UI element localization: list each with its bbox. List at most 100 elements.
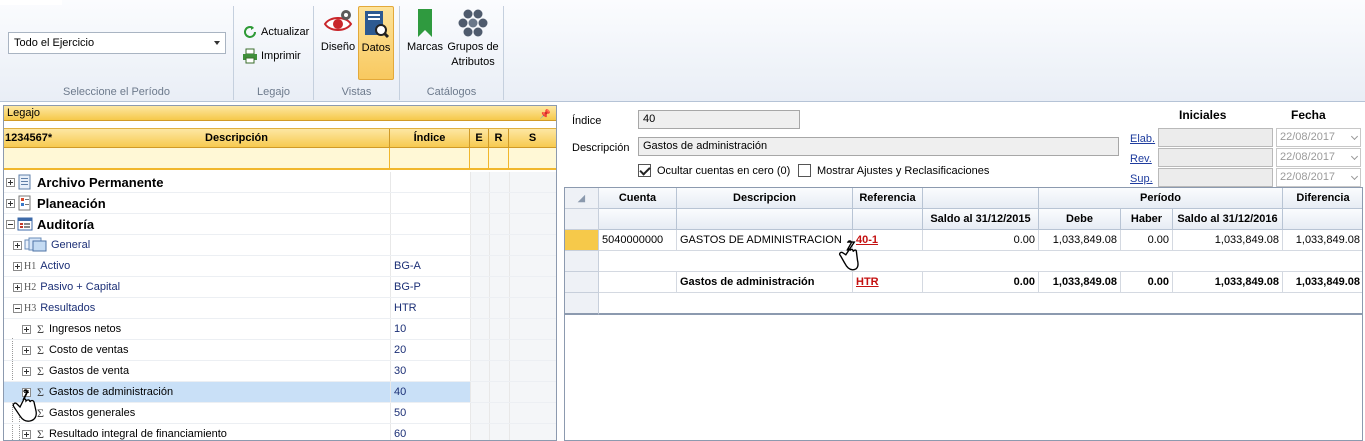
tree-index: 60 (390, 424, 470, 440)
empty-row[interactable] (599, 293, 1362, 315)
cell-diferencia[interactable]: 1,033,849.08 (1283, 230, 1362, 251)
filter-s[interactable] (509, 148, 556, 168)
legajo-panel-header: Legajo 📌 (4, 106, 556, 121)
col-e[interactable]: E (470, 129, 489, 147)
grupos-label-2: Atributos (451, 56, 495, 68)
ocultar-cuentas-checkbox[interactable] (638, 164, 651, 177)
sup-link[interactable]: Sup. (1130, 173, 1153, 185)
referencia-link[interactable]: 40-1 (856, 234, 878, 246)
tree-label: Resultado integral de financiamiento (48, 428, 227, 440)
marcas-button[interactable]: Marcas (405, 6, 445, 80)
tree-label: Gastos generales (48, 407, 136, 419)
tree-row-ingresos-netos[interactable]: Σ Ingresos netos 10 (4, 319, 556, 340)
expand-icon[interactable] (13, 240, 22, 250)
diseno-button[interactable]: Diseño (319, 6, 357, 80)
tree-index: BG-A (390, 256, 470, 276)
period-select-value: Todo el Ejercicio (14, 37, 95, 49)
tree-row-resultado-integral[interactable]: Σ Resultado integral de financiamiento 6… (4, 424, 556, 440)
tree-row-gastos-generales[interactable]: Σ Gastos generales 50 (4, 403, 556, 424)
collapse-icon[interactable] (13, 303, 22, 313)
col-indice[interactable]: Índice (390, 129, 470, 147)
row-indicator[interactable] (565, 272, 599, 293)
filter-row (4, 148, 556, 170)
cell-referencia[interactable]: 40-1 (853, 230, 923, 251)
header-saldo-final[interactable]: Saldo al 31/12/2016 (1173, 209, 1283, 230)
elab-date-field[interactable]: 22/08/2017 (1276, 128, 1361, 147)
tree-index: 30 (390, 361, 470, 381)
tree-row-general[interactable]: General (4, 235, 556, 256)
rev-initials-field[interactable] (1158, 148, 1273, 167)
expand-icon[interactable] (22, 429, 31, 439)
header-cuenta[interactable]: Cuenta (599, 188, 677, 209)
header-descripcion[interactable]: Descripcion (677, 188, 853, 209)
actualizar-label: Actualizar (261, 26, 310, 38)
period-select[interactable]: Todo el Ejercicio (8, 32, 226, 54)
tree-row-auditoria[interactable]: Auditoría (4, 214, 556, 235)
rev-link[interactable]: Rev. (1130, 153, 1152, 165)
descripcion-field[interactable]: Gastos de administración (638, 137, 1119, 156)
tree-row-gastos-venta[interactable]: Σ Gastos de venta 30 (4, 361, 556, 382)
rev-date-field[interactable]: 22/08/2017 (1276, 148, 1361, 167)
expand-icon[interactable] (13, 282, 22, 292)
filter-descripcion[interactable] (4, 148, 390, 168)
grid-corner[interactable]: ◢ (565, 188, 599, 209)
elab-link[interactable]: Elab. (1130, 133, 1155, 145)
total-cell-referencia[interactable]: HTR (853, 272, 923, 293)
expand-icon[interactable] (13, 261, 22, 271)
indice-field[interactable]: 40 (638, 110, 800, 129)
header-debe[interactable]: Debe (1039, 209, 1121, 230)
expand-icon[interactable] (22, 408, 31, 418)
header-periodo[interactable]: Período (1039, 188, 1283, 209)
empty-row[interactable] (599, 251, 1362, 272)
filter-e[interactable] (470, 148, 489, 168)
filter-r[interactable] (489, 148, 509, 168)
cell-descripcion[interactable]: GASTOS DE ADMINISTRACION (677, 230, 853, 251)
pin-icon[interactable]: 📌 (540, 107, 551, 121)
elab-initials-field[interactable] (1158, 128, 1273, 147)
tree-row-gastos-administracion[interactable]: Σ Gastos de administración 40 (4, 382, 556, 403)
cell-cuenta[interactable]: 5040000000 (599, 230, 677, 251)
expand-icon[interactable] (6, 177, 15, 187)
expand-icon[interactable] (22, 324, 31, 334)
row-indicator[interactable] (565, 293, 599, 315)
tree-index (390, 235, 470, 255)
header-referencia[interactable]: Referencia (853, 188, 923, 209)
tree-row-costo-ventas[interactable]: Σ Costo de ventas 20 (4, 340, 556, 361)
mostrar-ajustes-checkbox[interactable] (798, 164, 811, 177)
total-referencia-link[interactable]: HTR (856, 276, 879, 288)
row-indicator-current[interactable] (565, 230, 599, 251)
tree-row-planeacion[interactable]: Planeación (4, 193, 556, 214)
imprimir-button[interactable]: Imprimir (242, 47, 301, 65)
tree-row-resultados[interactable]: H3 Resultados HTR (4, 298, 556, 319)
datos-button[interactable]: Datos (358, 6, 394, 80)
cell-debe[interactable]: 1,033,849.08 (1039, 230, 1121, 251)
sup-date-field[interactable]: 22/08/2017 (1276, 168, 1361, 187)
heading-level-label: H1 (24, 260, 37, 272)
collapse-icon[interactable] (6, 219, 15, 229)
expand-icon[interactable] (6, 198, 15, 208)
tree-row-archivo-permanente[interactable]: Archivo Permanente (4, 172, 556, 193)
expand-icon[interactable] (22, 366, 31, 376)
col-r[interactable]: R (489, 129, 509, 147)
tree-index: BG-P (390, 277, 470, 297)
tree-label: Auditoría (37, 216, 95, 232)
tree-label: Gastos de venta (48, 365, 130, 377)
cell-haber[interactable]: 0.00 (1121, 230, 1173, 251)
header-diferencia[interactable]: Diferencia (1283, 188, 1362, 209)
filter-indice[interactable] (390, 148, 470, 168)
cell-saldo-inicial[interactable]: 0.00 (923, 230, 1039, 251)
expand-icon[interactable] (22, 387, 31, 397)
col-s[interactable]: S (509, 129, 556, 147)
cell-saldo-final[interactable]: 1,033,849.08 (1173, 230, 1283, 251)
tree-row-pasivo-capital[interactable]: H2 Pasivo + Capital BG-P (4, 277, 556, 298)
row-indicator[interactable] (565, 251, 599, 272)
legajo-panel: Legajo 📌 1234567* Descripción Índice E R… (3, 105, 557, 441)
col-descripcion[interactable]: Descripción (4, 129, 390, 147)
header-saldo-inicial[interactable]: Saldo al 31/12/2015 (923, 209, 1039, 230)
header-haber[interactable]: Haber (1121, 209, 1173, 230)
expand-icon[interactable] (22, 345, 31, 355)
tree-row-activo[interactable]: H1 Activo BG-A (4, 256, 556, 277)
sup-initials-field[interactable] (1158, 168, 1273, 187)
actualizar-button[interactable]: Actualizar (242, 23, 309, 41)
grupos-atributos-button[interactable]: Grupos de Atributos (446, 6, 500, 80)
